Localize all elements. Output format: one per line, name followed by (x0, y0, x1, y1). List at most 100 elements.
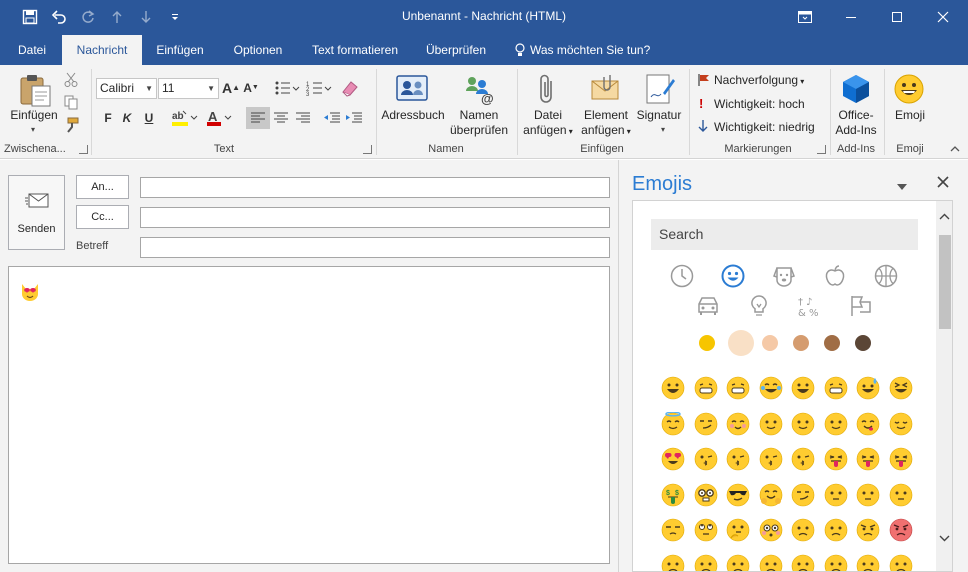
emoji-item[interactable] (791, 447, 815, 471)
emoji-item[interactable] (856, 483, 880, 507)
low-importance-button[interactable]: Wichtigkeit: niedrig (714, 120, 815, 134)
emoji-item[interactable] (856, 412, 880, 436)
paperclip-icon[interactable] (537, 73, 559, 108)
cc-button[interactable]: Cc... (76, 205, 129, 229)
emoji-item[interactable]: $ $ (661, 483, 685, 507)
skin-tone-swatch[interactable] (699, 335, 715, 351)
signature-dropdown-icon[interactable]: ▾ (661, 125, 665, 134)
text-launcher-icon[interactable] (363, 145, 372, 154)
emoji-item[interactable] (824, 447, 848, 471)
emoji-item[interactable] (726, 483, 750, 507)
tab-text-formatieren[interactable]: Text formatieren (302, 35, 408, 65)
tab-ueberpruefen[interactable]: Überprüfen (418, 35, 494, 65)
emoji-item[interactable] (694, 483, 718, 507)
vehicle-icon[interactable] (695, 293, 721, 319)
attach-item-label-2[interactable]: anfügen ▾ (574, 123, 638, 139)
office-addins-label-1[interactable]: Office- (832, 108, 880, 123)
emoji-item[interactable] (889, 518, 913, 542)
emoji-item[interactable] (759, 518, 783, 542)
emoji-item[interactable] (889, 376, 913, 400)
message-body[interactable] (8, 266, 610, 564)
skin-tone-swatch[interactable] (855, 335, 871, 351)
skin-tone-swatch[interactable] (728, 330, 754, 356)
tags-launcher-icon[interactable] (817, 145, 826, 154)
emoji-item[interactable] (856, 554, 880, 571)
grow-font-icon[interactable]: A▲ (222, 78, 240, 98)
attach-file-label-1[interactable]: Datei (518, 108, 578, 123)
signature-button[interactable]: Signatur (632, 108, 686, 123)
send-button[interactable]: Senden (8, 175, 65, 250)
emoji-button[interactable]: Emoji (886, 108, 934, 123)
font-size-combo[interactable]: 11 ▼ (158, 78, 219, 99)
paste-dropdown-icon[interactable]: ▾ (31, 125, 35, 134)
tell-me-search[interactable]: Was möchten Sie tun? (530, 35, 654, 65)
tab-einfuegen[interactable]: Einfügen (148, 35, 212, 65)
emoji-item[interactable] (791, 376, 815, 400)
skin-tone-swatch[interactable] (762, 335, 778, 351)
font-color-icon[interactable]: A (206, 109, 234, 130)
check-names-label-2[interactable]: überprüfen (446, 123, 512, 138)
close-icon[interactable] (920, 0, 966, 33)
emoji-item[interactable] (824, 376, 848, 400)
copy-icon[interactable] (64, 95, 78, 113)
emoji-item[interactable] (694, 376, 718, 400)
highlight-icon[interactable]: ab (171, 109, 199, 130)
italic-button[interactable]: K (118, 108, 136, 128)
flags-icon[interactable] (848, 293, 874, 319)
increase-indent-icon[interactable] (343, 107, 365, 132)
maximize-icon[interactable] (874, 0, 920, 33)
check-names-label-1[interactable]: Namen (446, 108, 512, 123)
emoji-item[interactable] (856, 447, 880, 471)
emoji-item[interactable] (694, 412, 718, 436)
emoji-item[interactable] (824, 483, 848, 507)
scroll-thumb[interactable] (939, 235, 951, 329)
symbols-icon[interactable]: † ♪ &% (797, 293, 823, 319)
attach-file-label-2[interactable]: anfügen ▾ (518, 123, 578, 139)
subject-input[interactable] (140, 237, 610, 258)
emoji-scrollbar[interactable] (936, 201, 952, 571)
clear-formatting-icon[interactable] (340, 78, 360, 101)
office-addins-label-2[interactable]: Add-Ins (832, 123, 880, 138)
format-painter-icon[interactable] (63, 117, 79, 136)
emoji-item[interactable] (889, 412, 913, 436)
address-book-button[interactable]: Adressbuch (380, 108, 446, 123)
emoji-item[interactable] (661, 447, 685, 471)
emoji-item[interactable] (726, 518, 750, 542)
follow-up-button[interactable]: Nachverfolgung ▾ (714, 73, 804, 87)
emoji-item[interactable] (759, 554, 783, 571)
address-book-icon[interactable] (395, 73, 429, 106)
emoji-item[interactable] (824, 518, 848, 542)
emoji-icon[interactable] (893, 73, 925, 108)
scroll-up-icon[interactable] (939, 209, 950, 223)
attach-item-label-1[interactable]: Element (578, 108, 634, 123)
emoji-item[interactable] (759, 447, 783, 471)
emoji-item[interactable] (661, 376, 685, 400)
shrink-font-icon[interactable]: A▼ (242, 78, 260, 98)
attach-item-icon[interactable] (588, 73, 622, 106)
emoji-item[interactable] (694, 518, 718, 542)
clipboard-icon[interactable] (19, 73, 53, 110)
pane-options-icon[interactable] (897, 179, 907, 193)
emoji-item[interactable] (661, 518, 685, 542)
tab-optionen[interactable]: Optionen (222, 35, 294, 65)
emoji-item[interactable] (759, 483, 783, 507)
tab-nachricht[interactable]: Nachricht (62, 35, 142, 65)
sports-icon[interactable] (873, 263, 899, 289)
skin-tone-swatch[interactable] (824, 335, 840, 351)
align-center-icon[interactable] (270, 107, 292, 132)
emoji-item[interactable] (759, 376, 783, 400)
emoji-item[interactable] (824, 412, 848, 436)
emoji-item[interactable] (661, 554, 685, 571)
ribbon-display-icon[interactable] (782, 0, 828, 33)
cut-icon[interactable] (64, 72, 78, 91)
objects-icon[interactable] (746, 293, 772, 319)
high-importance-button[interactable]: Wichtigkeit: hoch (714, 97, 805, 111)
paste-button[interactable]: Einfügen (6, 108, 62, 123)
collapse-ribbon-icon[interactable] (950, 142, 960, 156)
clipboard-launcher-icon[interactable] (79, 145, 88, 154)
emoji-item[interactable] (791, 483, 815, 507)
emoji-item[interactable] (726, 447, 750, 471)
align-left-icon[interactable] (246, 107, 270, 129)
recent-icon[interactable] (669, 263, 695, 289)
font-name-combo[interactable]: Calibri ▼ (96, 78, 157, 99)
